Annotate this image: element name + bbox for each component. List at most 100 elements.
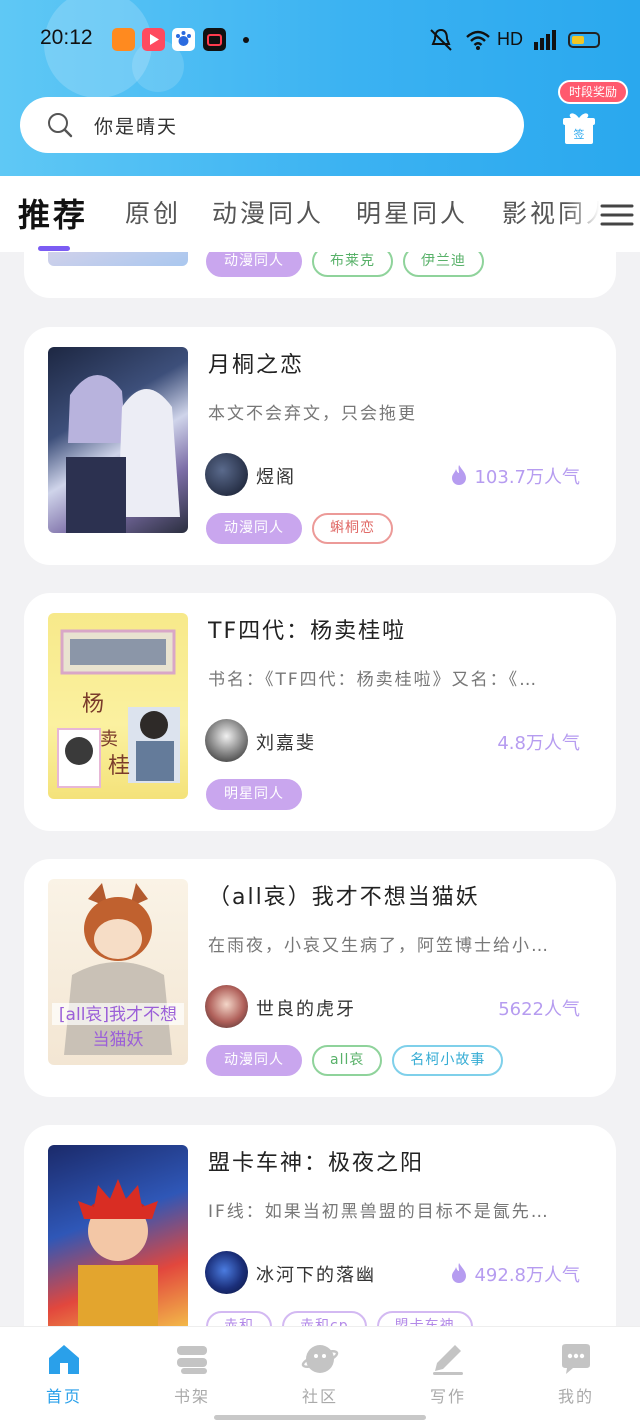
tag[interactable]: 明星同人 [206, 779, 302, 810]
author-name[interactable]: 冰河下的落幽 [256, 1261, 376, 1287]
tag[interactable]: 动漫同人 [206, 513, 302, 544]
tag[interactable]: 赤和cp [282, 1311, 367, 1326]
tab-recommend[interactable]: 推荐 [18, 190, 88, 236]
author-name[interactable]: 世良的虎牙 [256, 995, 356, 1021]
wifi-icon [466, 30, 490, 50]
camera-app-icon [203, 28, 226, 51]
tag[interactable]: 名柯小故事 [392, 1045, 504, 1076]
mute-icon [430, 28, 452, 51]
book-tags: 动漫同人 蝌桐恋 [206, 513, 403, 545]
book-title: （all哀）我才不想当猫妖 [208, 885, 480, 910]
author-avatar[interactable] [205, 719, 248, 762]
home-icon [49, 1345, 79, 1374]
nav-write[interactable]: 写作 [408, 1341, 488, 1411]
nav-label: 书架 [173, 1387, 210, 1406]
book-card[interactable]: 盟卡车神：极夜之阳 IF线：如果当初黑兽盟的目标不是氤先… 冰河下的落幽 492… [24, 1125, 616, 1326]
status-time: 20:12 [40, 26, 93, 49]
book-cover [48, 1145, 188, 1326]
book-card[interactable]: [all哀]我才不想 当猫妖 （all哀）我才不想当猫妖 在雨夜，小哀又生病了，… [24, 859, 616, 1097]
svg-text:当猫妖: 当猫妖 [93, 1030, 144, 1050]
nav-bookshelf[interactable]: 书架 [152, 1341, 232, 1411]
reward-badge: 时段奖励 [558, 80, 628, 104]
book-tags: 动漫同人 all哀 名柯小故事 [206, 1045, 513, 1077]
book-cover: [all哀]我才不想 当猫妖 [48, 879, 188, 1065]
app-notification-icon [112, 28, 135, 51]
author-avatar[interactable] [205, 1251, 248, 1294]
popularity-value: 5622人气 [498, 999, 580, 1020]
search-bar[interactable]: 你是晴天 [20, 97, 524, 153]
svg-text:杨: 杨 [82, 692, 104, 717]
popularity-count: 492.8万人气 [450, 1261, 580, 1287]
nav-label: 我的 [557, 1387, 594, 1406]
category-menu-icon[interactable] [600, 200, 634, 230]
popularity-value: 492.8万人气 [474, 1265, 580, 1286]
tag[interactable]: 盟卡车神 [376, 1311, 473, 1326]
nav-home[interactable]: 首页 [24, 1341, 104, 1411]
bookshelf-icon [177, 1346, 207, 1374]
status-bar: 20:12 HD [0, 20, 640, 60]
flame-icon [452, 465, 467, 485]
tab-anime-fanfic[interactable]: 动漫同人 [212, 194, 324, 230]
tag[interactable]: 蝌桐恋 [312, 513, 393, 544]
book-card[interactable]: 月桐之恋 本文不会弃文，只会拖更 煜阁 103.7万人气 动漫同人 蝌桐恋 [24, 327, 616, 565]
write-icon [433, 1345, 463, 1375]
home-indicator[interactable] [214, 1415, 426, 1420]
tab-original[interactable]: 原创 [125, 194, 181, 230]
author-name[interactable]: 煜阁 [256, 463, 296, 489]
tag[interactable]: 布莱克 [312, 252, 393, 277]
tag[interactable]: all哀 [312, 1045, 383, 1076]
popularity-count: 5622人气 [498, 995, 580, 1021]
book-card[interactable]: 杨 卖 桂 TF四代：杨卖桂啦 书名：《TF四代：杨卖桂啦》又名：《… 刘嘉斐 … [24, 593, 616, 831]
tag[interactable]: 赤和 [206, 1311, 272, 1326]
video-app-icon [142, 28, 165, 51]
bottom-navigation: 首页 书架 社区 写作 我的 [0, 1326, 640, 1422]
baidu-app-icon [172, 28, 195, 51]
category-tab-bar: 推荐 原创 动漫同人 明星同人 影视同人 [0, 176, 640, 252]
signal-icon [534, 30, 556, 50]
app-header: 20:12 HD 你是晴天 时段奖励 签 [0, 0, 640, 176]
book-feed[interactable]: 动漫同人 布莱克 伊兰迪 月桐之恋 本文不会弃文，只会拖更 煜阁 103.7万人气 … [0, 252, 640, 1326]
tag[interactable]: 动漫同人 [206, 252, 302, 277]
svg-text:[all哀]我才不想: [all哀]我才不想 [59, 1005, 177, 1025]
search-placeholder: 你是晴天 [94, 116, 179, 138]
nav-profile[interactable]: 我的 [536, 1341, 616, 1411]
tab-celebrity-fanfic[interactable]: 明星同人 [356, 194, 468, 230]
book-description: 本文不会弃文，只会拖更 [208, 404, 417, 424]
nav-label: 社区 [301, 1387, 338, 1406]
popularity-value: 103.7万人气 [474, 467, 580, 488]
search-icon [48, 113, 73, 138]
book-cover [48, 347, 188, 533]
book-tags: 动漫同人 布莱克 伊兰迪 [206, 252, 494, 278]
svg-text:卖: 卖 [100, 729, 118, 750]
author-avatar[interactable] [205, 985, 248, 1028]
nav-community[interactable]: 社区 [280, 1341, 360, 1411]
book-card[interactable]: 动漫同人 布莱克 伊兰迪 [24, 252, 616, 298]
more-notifications-dot [243, 37, 249, 43]
tag[interactable]: 伊兰迪 [403, 252, 484, 277]
popularity-count: 4.8万人气 [497, 729, 580, 755]
active-tab-indicator [38, 246, 70, 251]
book-description: IF线：如果当初黑兽盟的目标不是氤先… [208, 1202, 550, 1222]
book-title: TF四代：杨卖桂啦 [208, 619, 407, 644]
nav-label: 写作 [429, 1387, 466, 1406]
flame-icon [452, 1263, 467, 1283]
popularity-value: 4.8万人气 [497, 733, 580, 754]
author-name[interactable]: 刘嘉斐 [256, 729, 316, 755]
book-title: 月桐之恋 [208, 353, 305, 378]
book-description: 在雨夜，小哀又生病了，阿笠博士给小… [208, 936, 550, 956]
gift-sign-label: 签 [574, 127, 585, 141]
book-tags: 明星同人 [206, 779, 312, 811]
author-avatar[interactable] [205, 453, 248, 496]
tag[interactable]: 动漫同人 [206, 1045, 302, 1076]
time-reward-button[interactable]: 时段奖励 签 [554, 80, 630, 152]
book-tags: 赤和 赤和cp 盟卡车神 [206, 1311, 483, 1326]
book-description: 书名：《TF四代：杨卖桂啦》又名：《… [208, 670, 539, 690]
book-cover: 杨 卖 桂 [48, 613, 188, 799]
profile-icon [562, 1344, 590, 1374]
book-title: 盟卡车神：极夜之阳 [208, 1151, 425, 1176]
svg-text:桂: 桂 [108, 754, 130, 779]
book-cover [48, 252, 188, 266]
community-icon [301, 1345, 339, 1373]
network-hd-label: HD [497, 29, 523, 49]
popularity-count: 103.7万人气 [450, 463, 580, 489]
